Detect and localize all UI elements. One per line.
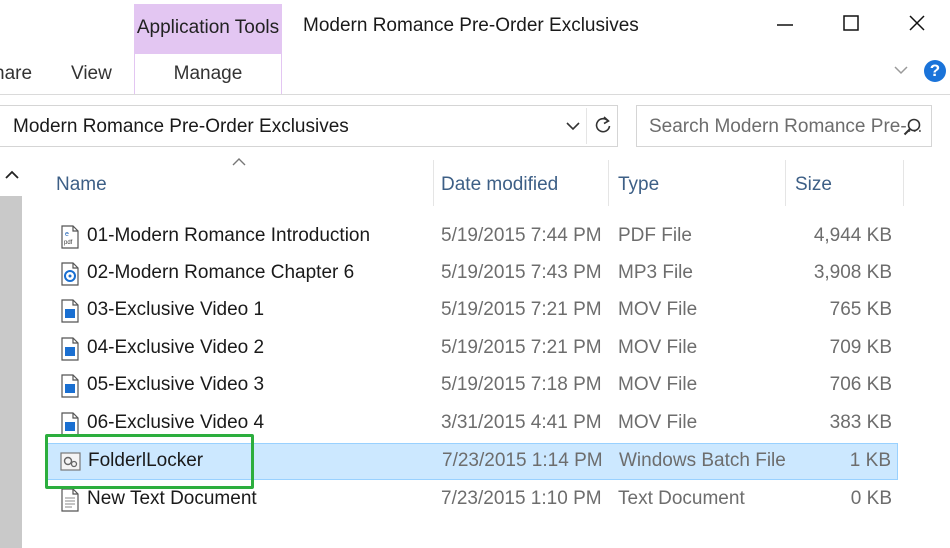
address-path[interactable]: Modern Romance Pre-Order Exclusives [13,116,349,138]
file-type: MOV File [618,299,698,320]
file-size: 3,908 KB [813,262,892,283]
file-date: 5/19/2015 7:43 PM [441,262,602,283]
address-separator [586,108,587,144]
file-name: 02-Modern Romance Chapter 6 [87,262,355,283]
search-input[interactable]: Search Modern Romance Pre-... [649,116,923,138]
address-history-chevron-icon[interactable] [564,117,582,140]
file-type: MP3 File [618,262,693,283]
column-header-size-label: Size [795,174,832,195]
svg-text:e: e [65,231,69,238]
file-size: 4,944 KB [813,225,892,246]
file-date: 7/23/2015 1:10 PM [441,488,602,509]
minimize-icon [777,24,793,26]
highlight-annotation-box [45,434,254,489]
column-header-type[interactable]: Type [608,158,785,204]
pdf-file-icon: e pdf [61,225,79,249]
nav-scroll-up-icon[interactable] [4,168,20,187]
maximize-icon [843,15,859,31]
help-icon[interactable]: ? [924,60,946,82]
file-size: 0 KB [850,488,892,509]
tab-manage-label[interactable]: Manage [134,63,282,85]
file-name: 06-Exclusive Video 4 [87,412,265,433]
column-header-size[interactable]: Size [785,158,903,204]
column-header-type-label: Type [618,174,660,195]
minimize-button[interactable] [760,0,810,46]
file-size: 706 KB [829,374,892,395]
column-header-name-label: Name [56,174,107,195]
file-type: PDF File [618,225,692,246]
file-date: 5/19/2015 7:21 PM [441,337,602,358]
file-name: 03-Exclusive Video 1 [87,299,265,320]
file-size: 1 KB [849,450,891,471]
file-name: 01-Modern Romance Introduction [87,225,371,246]
close-icon [909,15,925,31]
text-file-icon [61,488,79,512]
mov-file-icon [61,412,79,436]
file-row[interactable]: 02-Modern Romance Chapter 6 5/19/2015 7:… [46,255,898,292]
file-name: New Text Document [87,488,257,509]
file-size: 709 KB [829,337,892,358]
column-header-name[interactable]: Name [46,158,433,204]
ribbon-expand-chevron-icon[interactable] [893,62,909,83]
column-header-date-label: Date modified [441,174,559,195]
file-name: 04-Exclusive Video 2 [87,337,265,358]
close-button[interactable] [892,0,942,46]
refresh-icon [595,116,611,133]
file-date: 7/23/2015 1:14 PM [442,450,603,471]
file-row[interactable]: 03-Exclusive Video 1 5/19/2015 7:21 PM M… [46,292,898,329]
tab-share[interactable]: nare [0,63,32,85]
file-date: 5/19/2015 7:18 PM [441,374,602,395]
column-header-date-modified[interactable]: Date modified [433,158,608,204]
file-type: MOV File [618,337,698,358]
file-name: 05-Exclusive Video 3 [87,374,265,395]
file-type: Windows Batch File [619,450,786,471]
maximize-button[interactable] [826,0,876,46]
application-tools-label: Application Tools [136,17,280,38]
file-row[interactable]: 04-Exclusive Video 2 5/19/2015 7:21 PM M… [46,330,898,367]
file-size: 383 KB [829,412,892,433]
mov-file-icon [61,337,79,361]
file-type: MOV File [618,374,698,395]
refresh-button[interactable] [589,106,617,146]
file-date: 5/19/2015 7:21 PM [441,299,602,320]
tab-view[interactable]: View [71,63,112,85]
file-row[interactable]: 05-Exclusive Video 3 5/19/2015 7:18 PM M… [46,367,898,404]
file-size: 765 KB [829,299,892,320]
window-title: Modern Romance Pre-Order Exclusives [303,15,639,36]
file-row[interactable]: e pdf 01-Modern Romance Introduction 5/1… [46,218,898,255]
mov-file-icon [61,299,79,323]
file-type: MOV File [618,412,698,433]
column-separator[interactable] [903,160,904,206]
file-date: 3/31/2015 4:41 PM [441,412,602,433]
file-type: Text Document [618,488,745,509]
file-date: 5/19/2015 7:44 PM [441,225,602,246]
mov-file-icon [61,374,79,398]
mp3-file-icon [61,262,79,286]
search-icon[interactable] [902,117,922,142]
svg-text:pdf: pdf [64,240,73,246]
nav-pane-scrollbar[interactable] [0,196,22,548]
ribbon-divider [0,94,950,95]
